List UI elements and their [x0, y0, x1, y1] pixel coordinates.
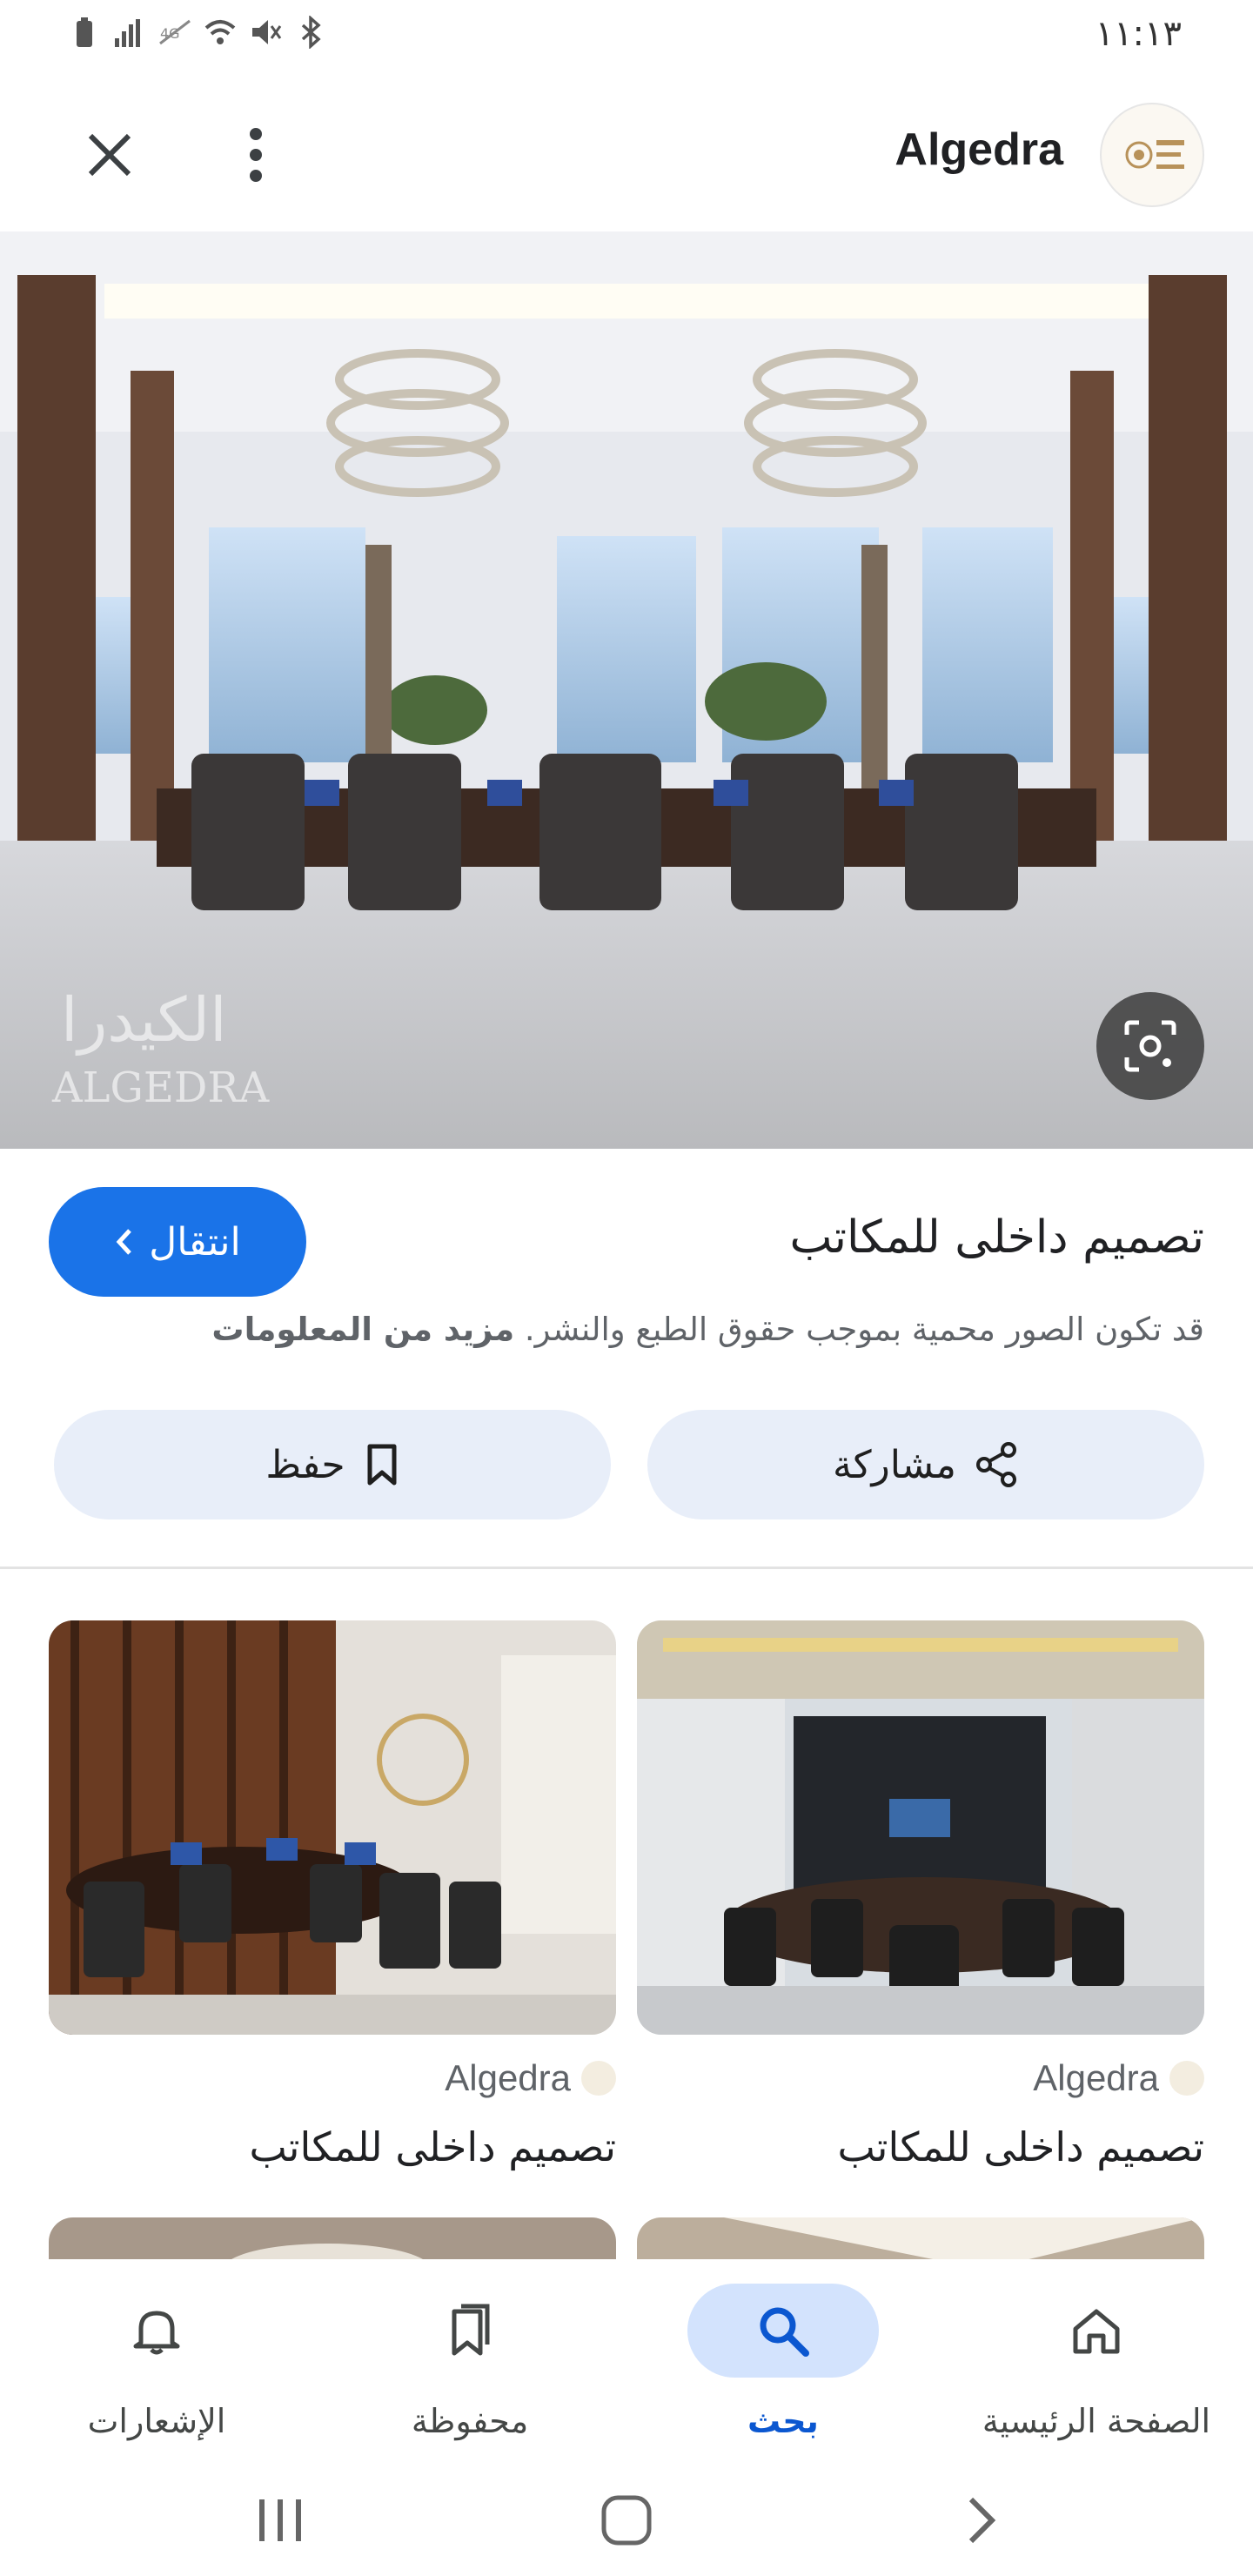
signal-icon [113, 16, 146, 49]
svg-text:الكيدرا: الكيدرا [61, 984, 227, 1057]
mute-icon [249, 16, 282, 49]
more-vert-icon [250, 128, 262, 182]
status-icons: 4G [68, 15, 327, 50]
nav-saved-icon-wrap [374, 2284, 566, 2378]
related-images: Algedra تصميم داخلى للمكاتب Algedra تصمي… [0, 1572, 1253, 2259]
nav-notifications[interactable]: الإشعارات [0, 2271, 313, 2445]
source-title[interactable]: Algedra [895, 124, 1063, 176]
nav-search[interactable]: بحث [626, 2271, 940, 2445]
more-options-button[interactable] [221, 120, 291, 190]
close-button[interactable] [75, 120, 144, 190]
nav-home-label: الصفحة الرئيسية [982, 2402, 1211, 2440]
google-lens-button[interactable] [1096, 992, 1204, 1100]
home-system-button[interactable] [583, 2477, 670, 2564]
bluetooth-icon [294, 15, 327, 50]
nav-search-icon-wrap [687, 2284, 879, 2378]
related-source-name: Algedra [445, 2057, 571, 2098]
related-image[interactable] [637, 1620, 1204, 2035]
related-image[interactable] [49, 1620, 616, 2035]
related-card[interactable]: Algedra تصميم داخلى للمكاتب [49, 1620, 616, 2170]
svg-text:ALGEDRA: ALGEDRA [51, 1063, 271, 1112]
share-button[interactable]: مشاركة [647, 1410, 1204, 1519]
related-source: Algedra [49, 2057, 616, 2099]
copyright-notice: قد تكون الصور محمية بموجب حقوق الطبع وال… [211, 1311, 1204, 1348]
image-title: تصميم داخلى للمكاتب [789, 1211, 1204, 1264]
nav-saved-label: محفوظة [411, 2402, 529, 2440]
executive-office-image [49, 1620, 616, 2035]
related-card[interactable]: Algedra تصميم داخلى للمكاتب [637, 1620, 1204, 2170]
battery-icon [68, 16, 101, 49]
status-time: ١١:١٣ [1095, 14, 1182, 54]
back-button[interactable] [938, 2477, 1025, 2564]
more-info-link[interactable]: مزيد من المعلومات [211, 1311, 514, 1348]
nav-search-label: بحث [747, 2402, 819, 2440]
image-info: انتقال تصميم داخلى للمكاتب قد تكون الصور… [0, 1149, 1253, 1570]
status-bar: 4G ١١:١٣ [0, 0, 1253, 73]
source-logo[interactable] [1100, 103, 1204, 207]
save-label: حفظ [265, 1442, 345, 1487]
system-navigation [0, 2459, 1253, 2576]
recents-icon [259, 2499, 301, 2541]
close-icon [88, 133, 131, 177]
source-favicon-icon [1169, 2061, 1204, 2096]
related-title[interactable]: تصميم داخلى للمكاتب [637, 2123, 1204, 2170]
home-icon [1073, 2309, 1120, 2354]
visit-label: انتقال [149, 1219, 241, 1265]
wifi-icon [204, 16, 237, 49]
lens-icon [1124, 1020, 1176, 1072]
visit-button[interactable]: انتقال [49, 1187, 306, 1297]
related-source: Algedra [637, 2057, 1204, 2099]
nav-notifications-icon-wrap [61, 2284, 252, 2378]
nav-saved[interactable]: محفوظة [313, 2271, 626, 2445]
recents-button[interactable] [237, 2477, 324, 2564]
related-title[interactable]: تصميم داخلى للمكاتب [49, 2123, 616, 2170]
share-label: مشاركة [832, 1442, 956, 1487]
chevron-left-icon [116, 1229, 132, 1255]
share-icon [976, 1442, 1016, 1487]
bookmarks-icon [452, 2304, 490, 2356]
no-data-icon: 4G [158, 16, 191, 49]
source-favicon-icon [581, 2061, 616, 2096]
algedra-logo-icon [1125, 140, 1184, 169]
bottom-navigation: الصفحة الرئيسية بحث محفوظة الإشعارات [0, 2259, 1253, 2459]
bell-icon [133, 2311, 180, 2355]
home-square-icon [601, 2495, 652, 2546]
copyright-text: قد تكون الصور محمية بموجب حقوق الطبع وال… [524, 1311, 1204, 1348]
svg-text:4G: 4G [160, 25, 180, 42]
save-button[interactable]: حفظ [54, 1410, 611, 1519]
conference-room-image: الكيدرا ALGEDRA [0, 231, 1253, 1149]
search-icon [760, 2307, 809, 2357]
chevron-right-icon [968, 2497, 996, 2544]
office-meeting-room-image [637, 1620, 1204, 2035]
bookmark-icon [367, 1444, 397, 1486]
nav-home[interactable]: الصفحة الرئيسية [940, 2271, 1253, 2445]
nav-notifications-label: الإشعارات [87, 2402, 226, 2440]
app-header: Algedra [0, 73, 1253, 230]
related-source-name: Algedra [1033, 2057, 1159, 2098]
main-image[interactable]: الكيدرا ALGEDRA [0, 231, 1253, 1149]
section-divider [0, 1566, 1253, 1569]
nav-home-icon-wrap [1001, 2284, 1192, 2378]
